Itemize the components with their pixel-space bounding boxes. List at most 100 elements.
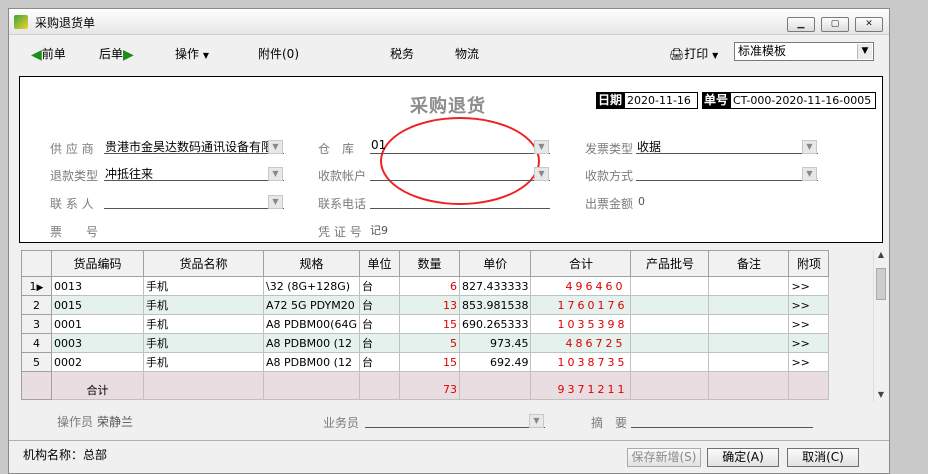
contact-field[interactable]	[104, 193, 284, 209]
column-header[interactable]: 单价	[458, 250, 532, 277]
ticket-field[interactable]	[104, 221, 284, 237]
chevron-down-icon[interactable]: ▼	[529, 414, 544, 428]
batch-cell[interactable]	[630, 314, 710, 334]
minimize-button[interactable]: ▁	[787, 17, 815, 32]
column-header[interactable]: 货品名称	[143, 250, 264, 277]
attachment-button[interactable]: 附件(0)	[258, 45, 299, 62]
column-header[interactable]: 合计	[530, 250, 632, 277]
price-cell[interactable]: 853.981538	[458, 295, 532, 315]
batch-cell[interactable]	[630, 295, 710, 315]
name-cell[interactable]: 手机	[143, 333, 264, 353]
qty-cell[interactable]: 6	[398, 276, 460, 296]
caret-down-icon: ▼	[712, 51, 719, 60]
spec-cell[interactable]: A8 PDBM00 (12	[263, 352, 360, 372]
name-cell[interactable]: 手机	[143, 295, 264, 315]
batch-cell[interactable]	[630, 276, 710, 296]
cancel-button[interactable]: 取消(C)	[787, 448, 859, 467]
phone-field[interactable]	[370, 193, 550, 209]
chevron-down-icon[interactable]: ▼	[268, 140, 283, 154]
column-header[interactable]: 数量	[398, 250, 460, 277]
extra-cell[interactable]: >>	[788, 314, 830, 334]
code-cell[interactable]: 0003	[51, 333, 144, 353]
column-header[interactable]: 规格	[263, 250, 360, 277]
code-cell[interactable]: 0001	[51, 314, 144, 334]
column-header[interactable]: 附项	[788, 250, 830, 277]
extra-cell[interactable]: >>	[788, 276, 830, 296]
table-row[interactable]: 3 0001 手机 A8 PDBM00(64G 台 15 690.265333 …	[21, 314, 830, 334]
table-row[interactable]: 5 0002 手机 A8 PDBM00 (12 台 15 692.49 1038…	[21, 352, 830, 372]
logistics-button[interactable]: 物流	[455, 45, 479, 62]
supplier-field[interactable]: 贵港市金昊达数码通讯设备有限	[104, 138, 284, 154]
note-cell[interactable]	[708, 276, 790, 296]
salesman-field[interactable]	[365, 412, 545, 428]
column-header[interactable]: 单位	[358, 250, 400, 277]
batch-cell[interactable]	[630, 333, 710, 353]
price-cell[interactable]: 827.433333	[458, 276, 532, 296]
name-cell[interactable]: 手机	[143, 314, 264, 334]
price-cell[interactable]: 692.49	[458, 352, 532, 372]
save-new-button[interactable]: 保存新增(S)	[627, 448, 701, 467]
summary-field[interactable]	[631, 412, 813, 428]
extra-cell[interactable]: >>	[788, 295, 830, 315]
batch-cell[interactable]	[630, 352, 710, 372]
payment-method-field[interactable]	[636, 165, 818, 181]
table-row[interactable]: 4 0003 手机 A8 PDBM00 (12 台 5 973.45 48672…	[21, 333, 830, 353]
confirm-button[interactable]: 确定(A)	[707, 448, 779, 467]
qty-cell[interactable]: 13	[398, 295, 460, 315]
note-cell[interactable]	[708, 295, 790, 315]
unit-cell[interactable]: 台	[358, 314, 400, 334]
number-field[interactable]: CT-000-2020-11-16-0005	[730, 92, 876, 109]
tax-button[interactable]: 税务	[390, 45, 414, 62]
scroll-down-icon[interactable]: ▼	[874, 390, 888, 402]
unit-cell[interactable]: 台	[358, 352, 400, 372]
chevron-down-icon[interactable]: ▼	[802, 140, 817, 154]
chevron-down-icon[interactable]: ▼	[534, 140, 549, 154]
code-cell[interactable]: 0002	[51, 352, 144, 372]
extra-cell[interactable]: >>	[788, 352, 830, 372]
name-cell[interactable]: 手机	[143, 352, 264, 372]
column-header[interactable]: 货品编码	[51, 250, 144, 277]
prev-button[interactable]: ◀前单	[31, 45, 66, 63]
close-button[interactable]: ✕	[855, 17, 883, 32]
next-button[interactable]: 后单▶	[99, 45, 134, 63]
spec-cell[interactable]: A72 5G PDYM20	[263, 295, 360, 315]
note-cell[interactable]	[708, 333, 790, 353]
column-header[interactable]: 备注	[708, 250, 790, 277]
code-cell[interactable]: 0015	[51, 295, 144, 315]
code-cell[interactable]: 0013	[51, 276, 144, 296]
account-field[interactable]	[370, 165, 550, 181]
unit-cell[interactable]: 台	[358, 333, 400, 353]
qty-cell[interactable]: 15	[398, 314, 460, 334]
price-cell[interactable]: 973.45	[458, 333, 532, 353]
name-cell[interactable]: 手机	[143, 276, 264, 296]
note-cell[interactable]	[708, 352, 790, 372]
qty-cell[interactable]: 5	[398, 333, 460, 353]
print-button[interactable]: 🖨打印 ▼	[669, 45, 718, 62]
chevron-down-icon[interactable]: ▼	[802, 167, 817, 181]
print-template-select[interactable]: 标准模板 ▼	[734, 42, 874, 61]
column-header[interactable]: 产品批号	[630, 250, 710, 277]
unit-cell[interactable]: 台	[358, 276, 400, 296]
spec-cell[interactable]: A8 PDBM00(64G	[263, 314, 360, 334]
note-cell[interactable]	[708, 314, 790, 334]
chevron-down-icon[interactable]: ▼	[534, 167, 549, 181]
table-row[interactable]: 2 0015 手机 A72 5G PDYM20 台 13 853.981538 …	[21, 295, 830, 315]
table-scrollbar[interactable]: ▲ ▼	[873, 250, 887, 402]
invoice-type-field[interactable]: 收据	[636, 138, 818, 154]
refund-type-field[interactable]: 冲抵往来	[104, 165, 284, 181]
qty-cell[interactable]: 15	[398, 352, 460, 372]
chevron-down-icon[interactable]: ▼	[268, 167, 283, 181]
extra-cell[interactable]: >>	[788, 333, 830, 353]
maximize-button[interactable]: ▢	[821, 17, 849, 32]
scroll-thumb[interactable]	[876, 268, 886, 300]
warehouse-field[interactable]: 01	[370, 138, 550, 154]
spec-cell[interactable]: \32 (8G+128G)	[263, 276, 360, 296]
unit-cell[interactable]: 台	[358, 295, 400, 315]
price-cell[interactable]: 690.265333	[458, 314, 532, 334]
chevron-down-icon[interactable]: ▼	[268, 195, 283, 209]
scroll-up-icon[interactable]: ▲	[874, 250, 888, 262]
table-row[interactable]: 1▶ 0013 手机 \32 (8G+128G) 台 6 827.433333 …	[21, 276, 830, 296]
date-field[interactable]: 2020-11-16	[624, 92, 698, 109]
operate-menu[interactable]: 操作 ▼	[175, 45, 209, 62]
spec-cell[interactable]: A8 PDBM00 (12	[263, 333, 360, 353]
